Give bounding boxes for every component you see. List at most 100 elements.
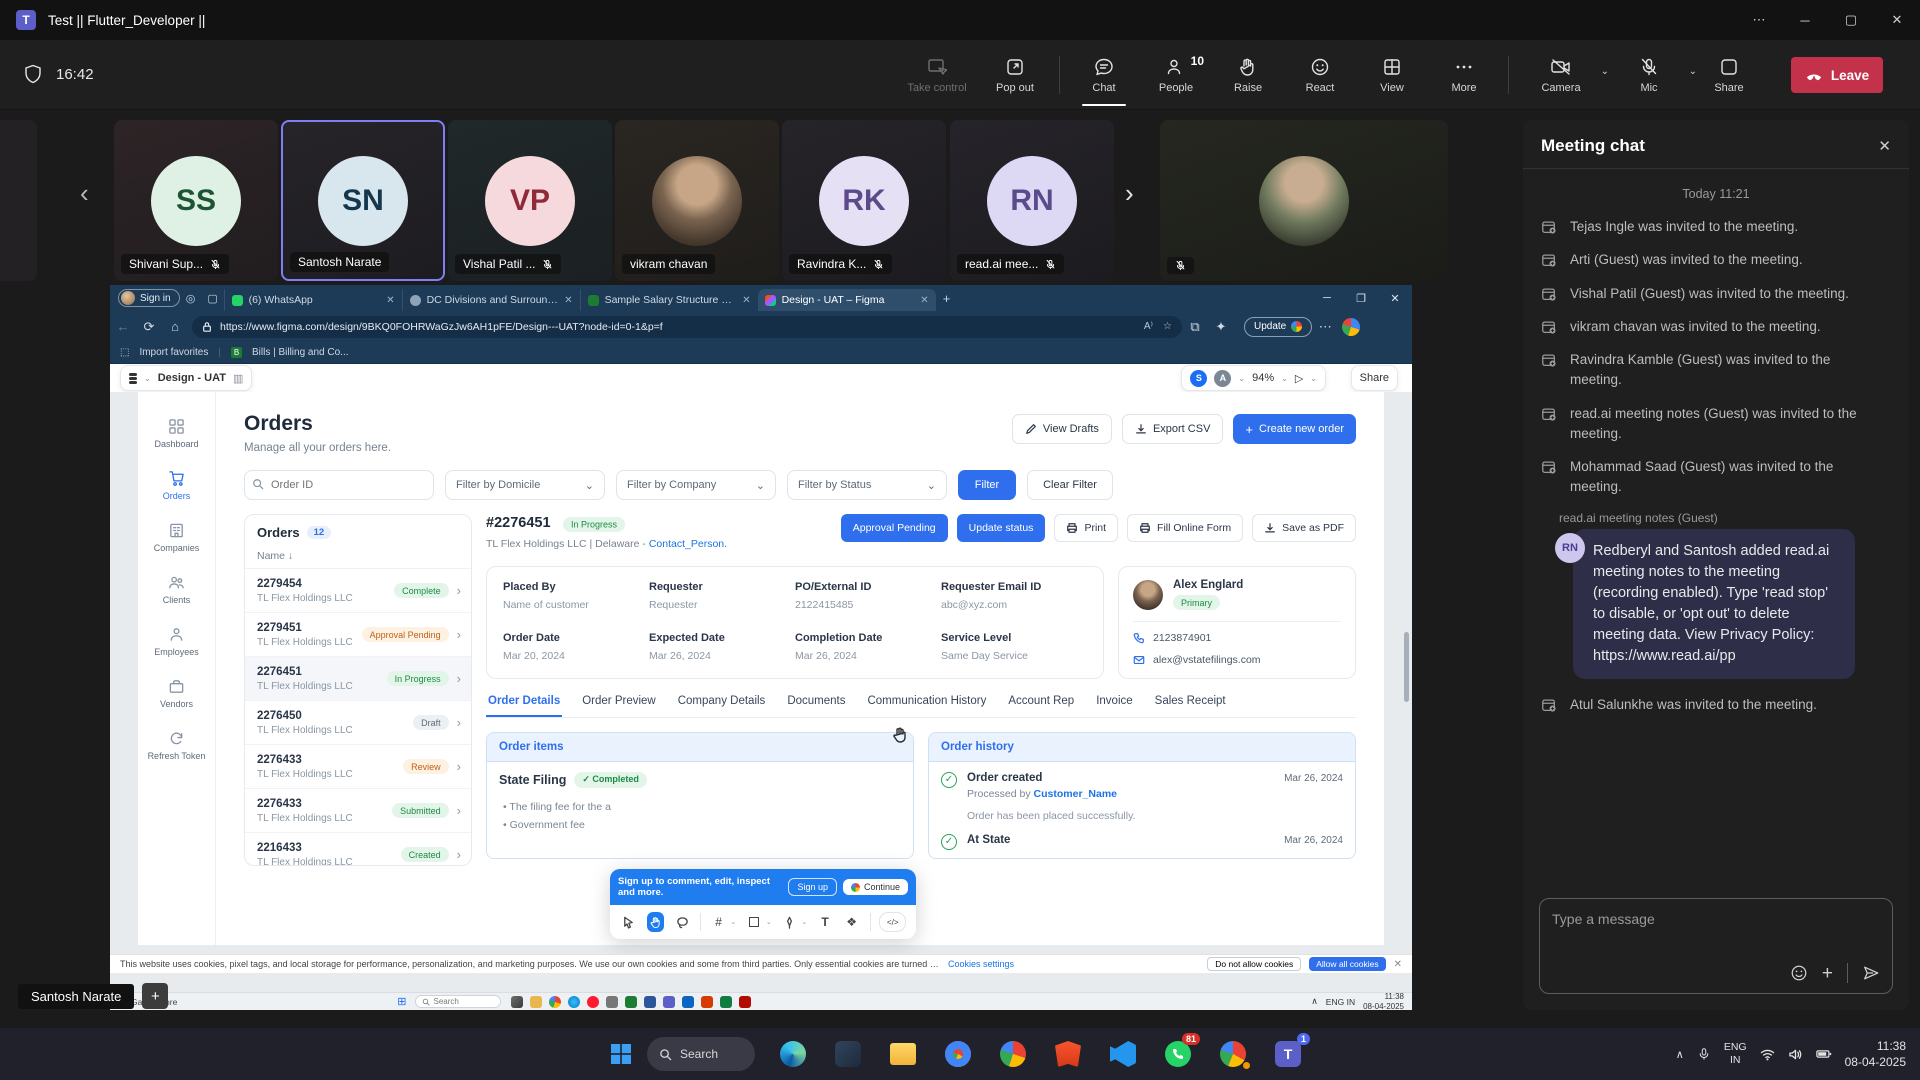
split-screen-icon[interactable]: ⧉ xyxy=(1182,319,1208,335)
home-icon[interactable]: ⌂ xyxy=(162,319,188,334)
acrobat-icon[interactable] xyxy=(739,996,751,1008)
chat-input-box[interactable]: Type a message + xyxy=(1539,898,1893,994)
bookmark-link[interactable]: Bills | Billing and Co... xyxy=(252,347,349,358)
filter-domicile-select[interactable]: Filter by Domicile⌄ xyxy=(445,470,605,500)
allow-cookies-button[interactable]: Allow all cookies xyxy=(1309,957,1385,971)
new-tab-icon[interactable]: + xyxy=(936,291,958,306)
shared-search-box[interactable]: Search xyxy=(415,995,501,1008)
browser-profile-avatar[interactable] xyxy=(1342,318,1360,336)
browser-close-icon[interactable]: ✕ xyxy=(1378,286,1412,310)
chevron-right-icon[interactable]: › xyxy=(457,803,461,818)
sign-up-button[interactable]: Sign up xyxy=(788,878,837,896)
save-as-pdf-button[interactable]: Save as PDF xyxy=(1252,514,1356,542)
tab-company-details[interactable]: Company Details xyxy=(676,695,768,717)
react-button[interactable]: React xyxy=(1284,40,1356,110)
browser-signin-button[interactable]: Sign in xyxy=(118,289,180,307)
shared-system-tray[interactable]: ∧ ENG IN 11:38 08-04-2025 xyxy=(1311,992,1412,1011)
app-icon[interactable] xyxy=(701,996,713,1008)
excel-icon[interactable] xyxy=(625,996,637,1008)
tab-order-details[interactable]: Order Details xyxy=(486,695,562,717)
tab-close-icon[interactable]: ✕ xyxy=(920,295,928,306)
tab-order-preview[interactable]: Order Preview xyxy=(580,695,658,717)
chrome-icon[interactable] xyxy=(941,1037,975,1071)
word-icon[interactable] xyxy=(644,996,656,1008)
deny-cookies-button[interactable]: Do not allow cookies xyxy=(1207,957,1301,971)
tab-communication-history[interactable]: Communication History xyxy=(865,695,988,717)
sidebar-item-orders[interactable]: Orders xyxy=(163,470,191,501)
sidebar-item-vendors[interactable]: Vendors xyxy=(160,678,193,709)
browser-minimize-icon[interactable]: ─ xyxy=(1310,286,1344,310)
approval-pending-button[interactable]: Approval Pending xyxy=(841,514,948,542)
google-continue-button[interactable]: Continue xyxy=(843,879,908,895)
filter-company-select[interactable]: Filter by Company⌄ xyxy=(616,470,776,500)
collections-icon[interactable]: ✦ xyxy=(1208,319,1234,335)
tab-actions-icon[interactable]: ▢ xyxy=(202,292,224,305)
chevron-right-icon[interactable]: › xyxy=(457,583,461,598)
read-aloud-icon[interactable]: A⁾ xyxy=(1144,321,1153,332)
print-button[interactable]: Print xyxy=(1054,514,1118,542)
close-icon[interactable]: ✕ xyxy=(1874,0,1920,40)
chat-button[interactable]: Chat xyxy=(1068,40,1140,110)
chat-close-icon[interactable]: ✕ xyxy=(1878,137,1891,155)
chevron-right-icon[interactable]: › xyxy=(457,847,461,862)
order-list-row[interactable]: 2276433TL Flex Holdings LLC Submitted› xyxy=(245,789,471,833)
chevron-right-icon[interactable]: › xyxy=(457,759,461,774)
filmstrip-prev-icon[interactable]: ‹ xyxy=(80,178,89,209)
page-scrollbar[interactable] xyxy=(1404,632,1409,702)
sidebar-item-companies[interactable]: Companies xyxy=(154,522,200,553)
contact-person-link[interactable]: Contact_Person. xyxy=(649,538,727,550)
shared-taskbar-icons[interactable] xyxy=(511,996,758,1008)
excel-icon[interactable] xyxy=(720,996,732,1008)
participant-tile[interactable]: RK Ravindra K... xyxy=(782,120,946,281)
browser-tab[interactable]: DC Divisions and Surroundings✕ xyxy=(402,289,580,311)
file-explorer-icon[interactable] xyxy=(886,1037,920,1071)
layout-panel-icon[interactable]: ▥ xyxy=(233,372,243,385)
clear-filter-button[interactable]: Clear Filter xyxy=(1027,470,1113,500)
chrome-profile-icon[interactable] xyxy=(1216,1037,1250,1071)
sidebar-item-dashboard[interactable]: Dashboard xyxy=(154,418,198,449)
pop-out-button[interactable]: Pop out xyxy=(979,40,1051,110)
start-icon[interactable]: ⊞ xyxy=(397,995,406,1008)
window-more-icon[interactable]: ⋯ xyxy=(1736,0,1782,40)
maximize-icon[interactable]: ▢ xyxy=(1828,0,1874,40)
folder-icon[interactable] xyxy=(530,996,542,1008)
browser-more-icon[interactable]: ⋯ xyxy=(1312,319,1338,335)
opera-icon[interactable] xyxy=(587,996,599,1008)
order-list-row[interactable]: 2276450TL Flex Holdings LLC Draft› xyxy=(245,701,471,745)
view-button[interactable]: View xyxy=(1356,40,1428,110)
pin-presenter-button[interactable]: + xyxy=(142,983,168,1009)
minimize-icon[interactable]: ─ xyxy=(1782,0,1828,40)
tab-close-icon[interactable]: ✕ xyxy=(742,295,750,306)
people-button[interactable]: 10 People xyxy=(1140,40,1212,110)
pen-tool-icon[interactable] xyxy=(781,912,799,932)
update-status-button[interactable]: Update status xyxy=(957,514,1046,542)
collaborator-avatar[interactable]: A xyxy=(1214,370,1231,387)
filter-status-select[interactable]: Filter by Status⌄ xyxy=(787,470,947,500)
create-new-order-button[interactable]: + Create new order xyxy=(1233,414,1356,444)
chevron-right-icon[interactable]: › xyxy=(457,715,461,730)
chevron-right-icon[interactable]: › xyxy=(457,671,461,686)
refresh-icon[interactable]: ⟳ xyxy=(136,319,162,335)
edge-icon[interactable] xyxy=(568,996,580,1008)
customer-name-link[interactable]: Customer_Name xyxy=(1034,788,1117,800)
emoji-icon[interactable] xyxy=(1790,964,1808,982)
tab-close-icon[interactable]: ✕ xyxy=(564,295,572,306)
send-icon[interactable] xyxy=(1862,964,1880,982)
order-id-input[interactable] xyxy=(244,470,434,500)
tab-account-rep[interactable]: Account Rep xyxy=(1006,695,1076,717)
view-drafts-button[interactable]: View Drafts xyxy=(1012,414,1112,444)
resources-tool-icon[interactable]: ❖ xyxy=(843,912,861,932)
vscode-icon[interactable] xyxy=(1106,1037,1140,1071)
import-favorites-link[interactable]: Import favorites xyxy=(139,347,208,358)
browser-tab[interactable]: (6) WhatsApp✕ xyxy=(224,289,402,311)
mic-button[interactable]: ⌄ Mic xyxy=(1605,40,1693,110)
outlook-icon[interactable] xyxy=(682,996,694,1008)
filter-button[interactable]: Filter xyxy=(958,470,1016,500)
text-tool-icon[interactable]: T xyxy=(816,912,834,932)
tray-mic-icon[interactable] xyxy=(1697,1047,1711,1061)
export-csv-button[interactable]: Export CSV xyxy=(1122,414,1223,444)
sidebar-item-employees[interactable]: Employees xyxy=(154,626,199,657)
tab-close-icon[interactable]: ✕ xyxy=(386,295,394,306)
browser-restore-icon[interactable]: ❐ xyxy=(1344,286,1378,310)
copilot-icon[interactable]: ◎ xyxy=(180,292,202,305)
